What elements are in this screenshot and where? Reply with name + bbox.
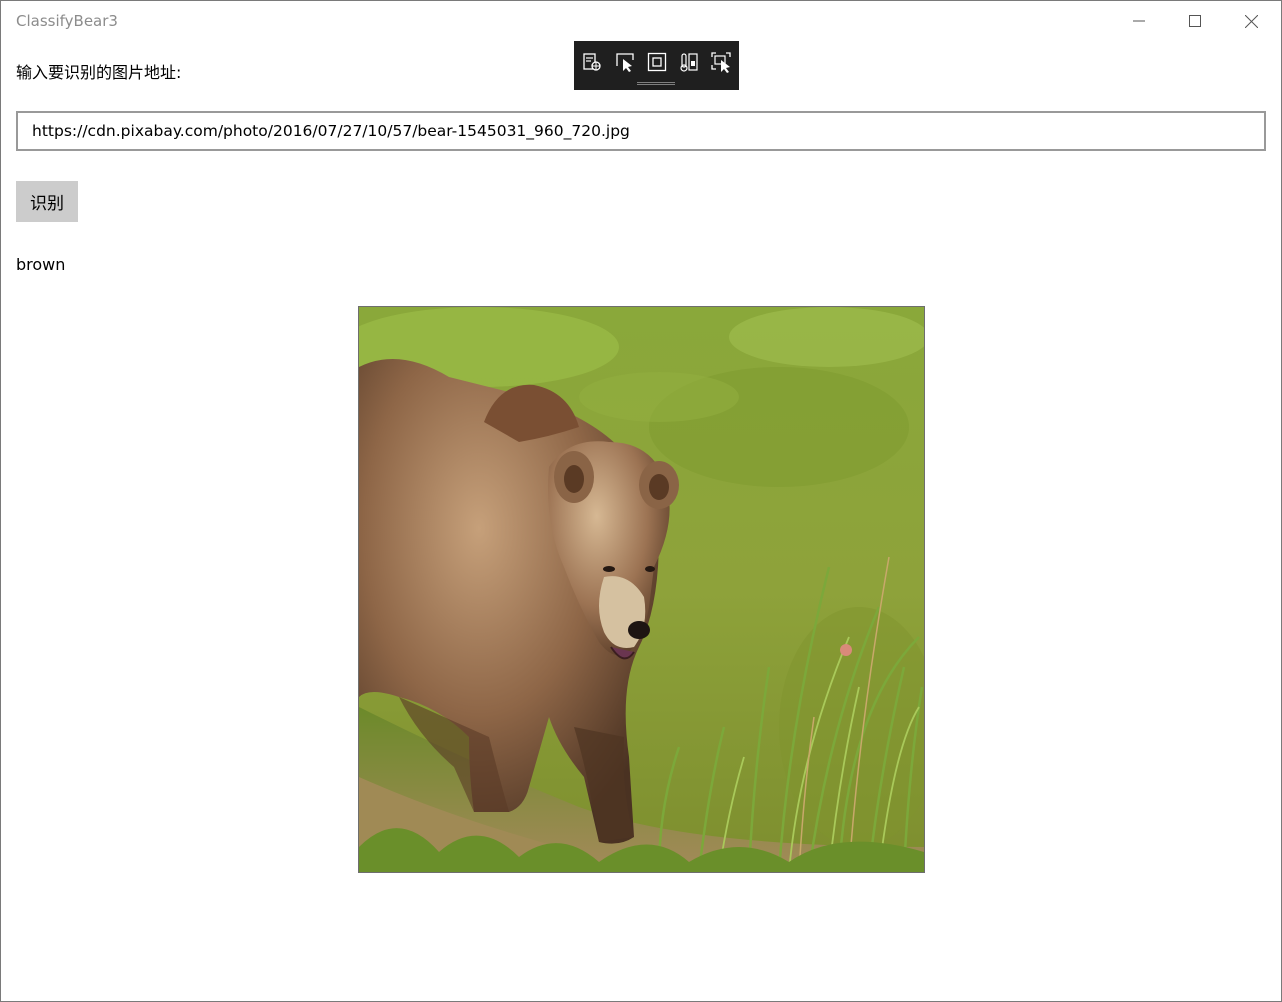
- window-title: ClassifyBear3: [16, 12, 118, 30]
- classify-button[interactable]: 识别: [16, 181, 78, 222]
- close-icon: [1244, 14, 1258, 28]
- app-window: ClassifyBear3 输入要识别的图片地址: https://cdn.pi…: [0, 0, 1282, 1002]
- display-layout-adorners-icon[interactable]: [646, 51, 668, 73]
- track-focus-icon[interactable]: [678, 51, 700, 73]
- live-visual-tree-icon[interactable]: [581, 51, 603, 73]
- close-button[interactable]: [1223, 1, 1279, 41]
- preview-selection-icon[interactable]: [710, 51, 732, 73]
- bear-photo: [358, 306, 925, 873]
- classification-result: brown: [16, 255, 66, 274]
- maximize-icon: [1189, 15, 1201, 27]
- minimize-button[interactable]: [1111, 1, 1167, 41]
- debug-toolbar: [574, 41, 739, 90]
- image-url-input[interactable]: [16, 111, 1266, 151]
- minimize-icon: [1133, 15, 1145, 27]
- title-bar[interactable]: ClassifyBear3: [1, 1, 1281, 41]
- toolbar-grip[interactable]: [637, 82, 675, 85]
- url-prompt-label: 输入要识别的图片地址:: [16, 63, 182, 82]
- maximize-button[interactable]: [1167, 1, 1223, 41]
- select-element-icon[interactable]: [614, 51, 636, 73]
